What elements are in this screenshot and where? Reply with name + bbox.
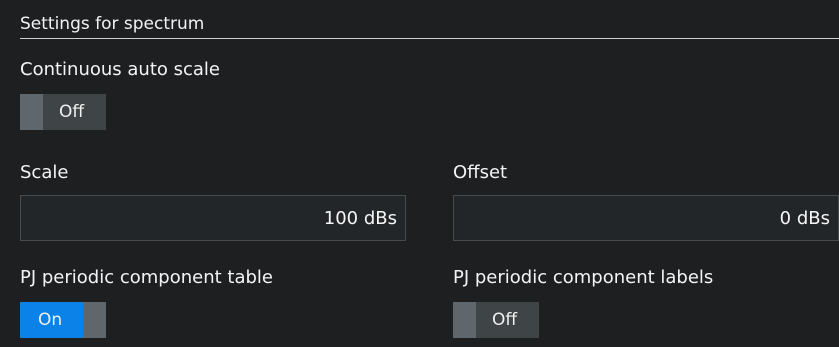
spectrum-settings-panel: Settings for spectrum Continuous auto sc… [10, 0, 839, 347]
pj-periodic-component-labels-label: PJ periodic component labels [453, 267, 714, 288]
pj-periodic-component-table-label: PJ periodic component table [20, 267, 273, 288]
toggle-state-text: Off [59, 102, 85, 122]
section-divider [20, 38, 839, 39]
section-title: Settings for spectrum [20, 14, 205, 34]
toggle-state-text: Off [492, 310, 518, 330]
toggle-state-text: On [38, 310, 63, 330]
offset-label: Offset [453, 162, 508, 183]
toggle-knob [83, 302, 106, 338]
scale-value: 100 dBs [323, 208, 397, 229]
scale-input[interactable]: 100 dBs [20, 195, 406, 241]
offset-input[interactable]: 0 dBs [453, 195, 839, 241]
continuous-auto-scale-label: Continuous auto scale [20, 59, 220, 80]
offset-value: 0 dBs [779, 208, 830, 229]
continuous-auto-scale-toggle[interactable]: Off [20, 94, 106, 130]
pj-periodic-component-labels-toggle[interactable]: Off [453, 302, 539, 338]
toggle-knob [453, 302, 476, 338]
toggle-knob [20, 94, 43, 130]
pj-periodic-component-table-toggle[interactable]: On [20, 302, 106, 338]
scale-label: Scale [20, 162, 69, 183]
